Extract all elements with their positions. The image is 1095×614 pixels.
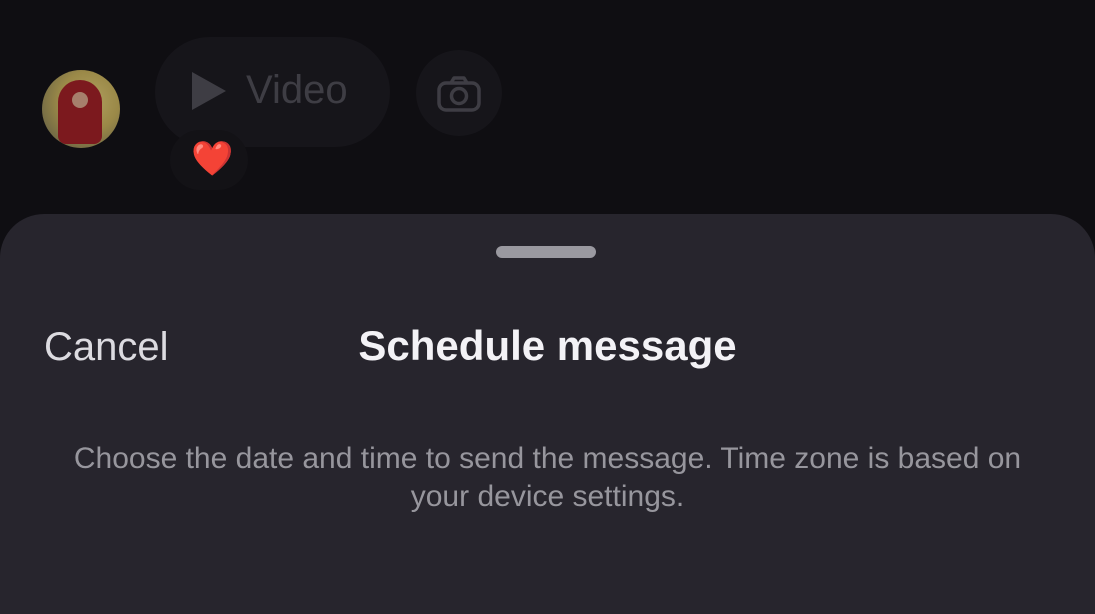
sheet-title: Schedule message [358, 322, 737, 369]
avatar-figure [58, 80, 102, 144]
avatar[interactable] [42, 70, 120, 148]
play-icon [192, 72, 226, 110]
camera-icon [437, 76, 481, 112]
schedule-message-sheet [0, 214, 1095, 614]
video-label: Video [246, 68, 348, 112]
sheet-description: Choose the date and time to send the mes… [73, 442, 1022, 513]
avatar-face [72, 92, 88, 108]
sheet-grabber-handle[interactable] [496, 246, 596, 258]
heart-reaction-icon: ❤️ [191, 140, 234, 178]
